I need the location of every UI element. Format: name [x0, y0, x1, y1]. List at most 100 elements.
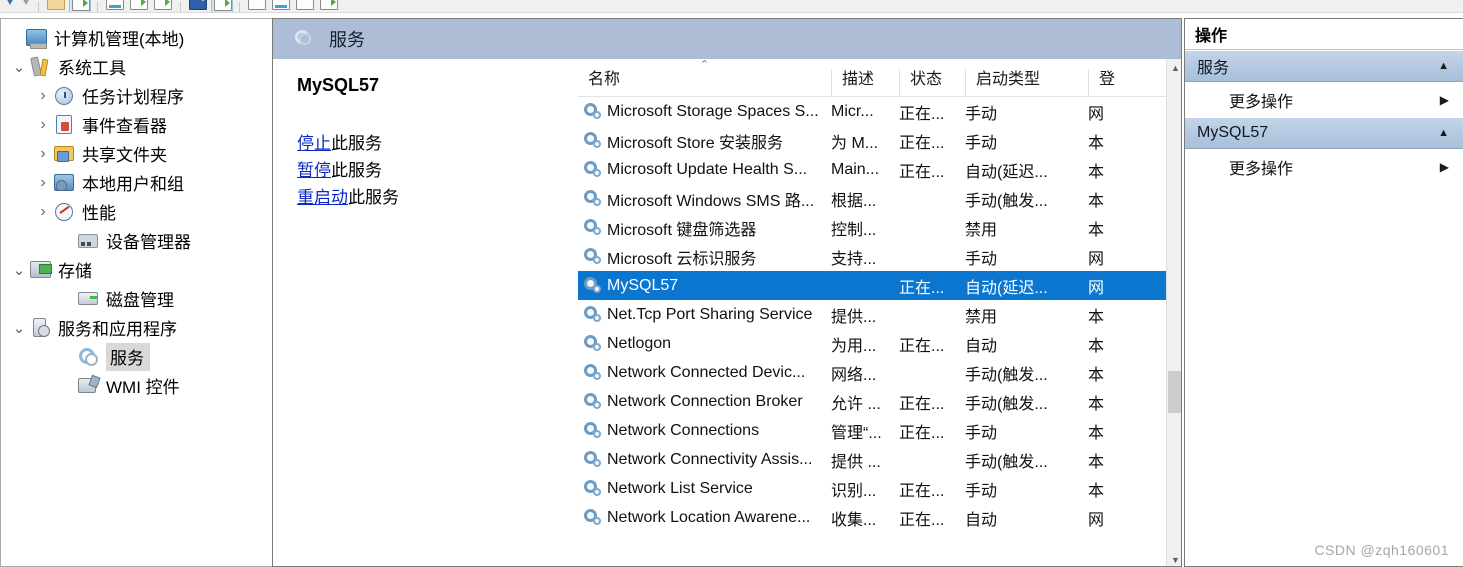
chevron-down-icon[interactable]: ⌄: [9, 318, 29, 338]
column-header-state[interactable]: 状态: [899, 69, 965, 96]
shared-folders-icon: [53, 143, 77, 165]
service-logon-cell: 本: [1088, 134, 1105, 152]
column-header-start[interactable]: 启动类型: [965, 69, 1088, 96]
back-arrow-icon[interactable]: [2, 0, 16, 12]
service-row[interactable]: Microsoft Windows SMS 路... 根据... 手动(触发... 本: [578, 184, 1181, 213]
column-header-logon[interactable]: 登: [1088, 69, 1164, 96]
actions-group-header-1[interactable]: MySQL57 ▲: [1185, 117, 1463, 149]
service-row[interactable]: Network Connected Devic... 网络... 手动(触发... 本: [578, 358, 1181, 387]
tree-item-0[interactable]: 计算机管理(本地): [3, 23, 272, 52]
service-row[interactable]: Network Connection Broker 允许 ... 正在... 手动(触…: [578, 387, 1181, 416]
service-gear-icon: [582, 421, 604, 441]
service-action-link[interactable]: 暂停: [297, 161, 331, 180]
service-description-cell: 管理“...: [831, 424, 882, 442]
pause-service-icon[interactable]: [294, 0, 316, 12]
chevron-up-icon[interactable]: ▲: [1438, 60, 1449, 72]
help-icon[interactable]: [187, 0, 209, 12]
actions-group-label: MySQL57: [1197, 124, 1269, 141]
scrollbar-thumb[interactable]: [1168, 371, 1181, 413]
service-name-label: Microsoft Store 安装服务: [607, 134, 784, 152]
chevron-right-icon[interactable]: ›: [33, 144, 53, 164]
service-row[interactable]: MySQL57 正在... 自动(延迟... 网: [578, 271, 1181, 300]
column-header-name[interactable]: ⌃ 名称: [578, 59, 831, 96]
chevron-right-icon[interactable]: ▶: [1440, 93, 1449, 107]
service-name-cell: Microsoft 云标识服务: [578, 245, 831, 269]
service-logon-cell: 本: [1088, 366, 1105, 384]
stop-service-icon[interactable]: [270, 0, 292, 12]
service-row[interactable]: Network List Service 识别... 正在... 手动 本: [578, 474, 1181, 503]
tree-item-11[interactable]: 服务: [3, 342, 272, 371]
tree-item-12[interactable]: WMI 控件: [3, 371, 272, 400]
service-name-cell: Network Connection Broker: [578, 392, 831, 412]
refresh-icon[interactable]: [211, 0, 233, 12]
service-action-link[interactable]: 重启动: [297, 188, 348, 207]
chevron-right-icon[interactable]: ›: [33, 202, 53, 222]
new-window-icon[interactable]: [152, 0, 174, 12]
service-startup-type-cell: 手动: [965, 250, 998, 268]
service-row[interactable]: Net.Tcp Port Sharing Service 提供... 禁用 本: [578, 300, 1181, 329]
service-row[interactable]: Network Connections 管理“... 正在... 手动 本: [578, 416, 1181, 445]
start-service-icon[interactable]: [246, 0, 268, 12]
export-list-icon[interactable]: [128, 0, 150, 12]
properties-icon[interactable]: [104, 0, 126, 12]
chevron-right-icon[interactable]: ›: [33, 115, 53, 135]
tree-item-9[interactable]: 磁盘管理: [3, 284, 272, 313]
services-gear-icon: [293, 28, 315, 50]
tree-item-5[interactable]: › 本地用户和组: [3, 168, 272, 197]
column-header-label: 状态: [910, 71, 943, 88]
service-name-cell: Microsoft Storage Spaces S...: [578, 102, 831, 122]
tree-item-3[interactable]: › 事件查看器: [3, 110, 272, 139]
forward-arrow-icon[interactable]: [18, 0, 32, 12]
service-row[interactable]: Network Connectivity Assis... 提供 ... 手动(触发…: [578, 445, 1181, 474]
service-row[interactable]: Microsoft 键盘筛选器 控制... 禁用 本: [578, 213, 1181, 242]
chevron-right-icon[interactable]: ›: [33, 86, 53, 106]
service-logon-cell: 本: [1088, 192, 1105, 210]
service-row[interactable]: Microsoft 云标识服务 支持... 手动 网: [578, 242, 1181, 271]
task-scheduler-icon: [53, 85, 77, 107]
tree-item-8[interactable]: ⌄ 存储: [3, 255, 272, 284]
tree-item-4[interactable]: › 共享文件夹: [3, 139, 272, 168]
service-logon-cell: 本: [1088, 221, 1105, 239]
tree-item-7[interactable]: 设备管理器: [3, 226, 272, 255]
tree-item-1[interactable]: ⌄ 系统工具: [3, 52, 272, 81]
chevron-down-icon[interactable]: ⌄: [9, 260, 29, 280]
tree-item-label: WMI 控件: [106, 377, 180, 397]
service-name-label: Netlogon: [607, 334, 672, 352]
chevron-down-icon[interactable]: ⌄: [9, 57, 29, 77]
service-gear-icon: [582, 363, 604, 383]
scroll-up-arrow-icon[interactable]: ▲: [1167, 59, 1181, 76]
column-header-label: 启动类型: [976, 71, 1041, 88]
service-row[interactable]: Microsoft Store 安装服务 为 M... 正在... 手动 本: [578, 126, 1181, 155]
chevron-right-icon[interactable]: ›: [33, 173, 53, 193]
service-status-cell: 正在...: [899, 337, 945, 355]
folder-icon[interactable]: [45, 0, 67, 12]
service-logon-cell: 本: [1088, 482, 1105, 500]
actions-item-1-0[interactable]: 更多操作 ▶: [1185, 149, 1463, 184]
tree-item-10[interactable]: ⌄ 服务和应用程序: [3, 313, 272, 342]
service-gear-icon: [582, 334, 604, 354]
toolbar-separator: [239, 2, 240, 12]
service-row[interactable]: Netlogon 为用... 正在... 自动 本: [578, 329, 1181, 358]
restart-service-icon[interactable]: [318, 0, 340, 12]
service-name-label: Microsoft Windows SMS 路...: [607, 192, 815, 210]
chevron-up-icon[interactable]: ▲: [1438, 127, 1449, 139]
actions-group-header-0[interactable]: 服务 ▲: [1185, 50, 1463, 82]
tree-item-2[interactable]: › 任务计划程序: [3, 81, 272, 110]
service-description-cell: Main...: [831, 160, 880, 178]
service-action-row-2: 重启动此服务: [297, 184, 578, 211]
service-row[interactable]: Microsoft Storage Spaces S... Micr... 正在..…: [578, 97, 1181, 126]
service-gear-icon: [582, 189, 604, 209]
column-header-desc[interactable]: 描述: [831, 69, 899, 96]
chevron-right-icon[interactable]: ▶: [1440, 160, 1449, 174]
show-hide-tree-icon[interactable]: [69, 0, 91, 12]
service-action-suffix: 此服务: [348, 188, 399, 207]
actions-item-0-0[interactable]: 更多操作 ▶: [1185, 82, 1463, 117]
list-vertical-scrollbar[interactable]: ▲ ▼: [1166, 59, 1181, 566]
actions-pane-title: 操作: [1185, 19, 1463, 50]
tree-item-6[interactable]: › 性能: [3, 197, 272, 226]
service-action-link[interactable]: 停止: [297, 134, 331, 153]
scroll-down-arrow-icon[interactable]: ▼: [1167, 551, 1181, 566]
service-logon-cell: 网: [1088, 250, 1105, 268]
service-row[interactable]: Microsoft Update Health S... Main... 正在...…: [578, 155, 1181, 184]
service-row[interactable]: Network Location Awarene... 收集... 正在... 自动 网: [578, 503, 1181, 532]
